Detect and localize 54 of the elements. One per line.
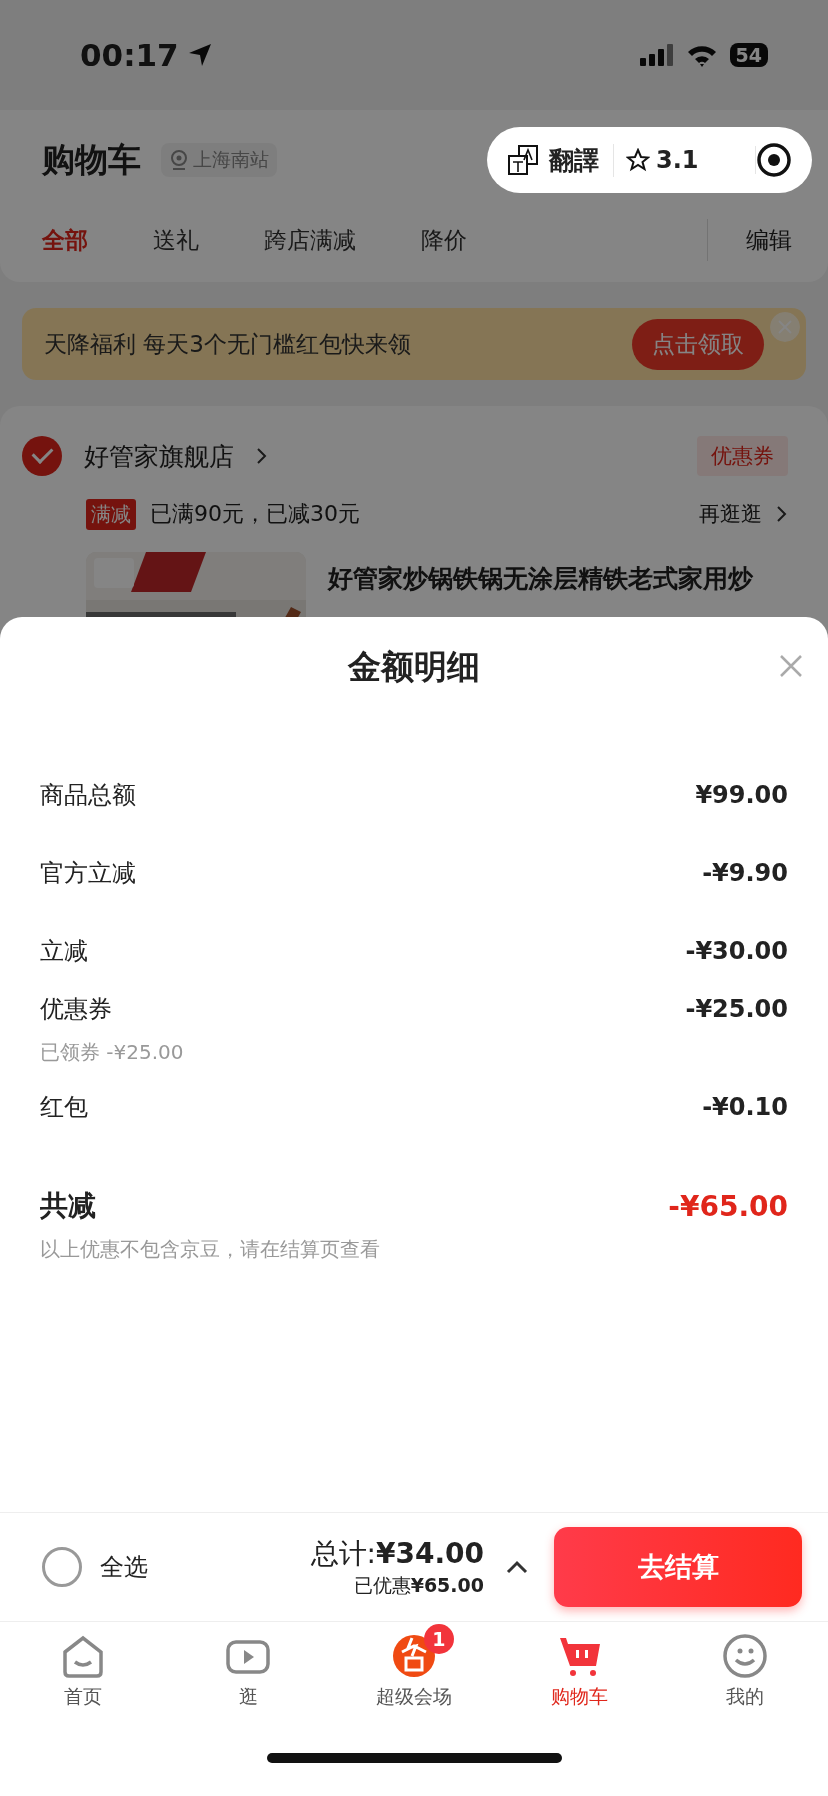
nav-tab[interactable]: 首页: [63, 1684, 102, 1710]
amount-value: ¥99.00: [695, 781, 788, 809]
banner-text: 天降福利 每天3个无门槛红包快来领: [44, 329, 411, 359]
nav-tab[interactable]: 逛: [238, 1684, 258, 1710]
amount-value: -¥30.00: [685, 937, 788, 965]
sheet-title: 金额明细: [348, 645, 480, 688]
amount-label: 商品总额: [40, 780, 136, 811]
rating-button[interactable]: 3.1: [656, 146, 699, 174]
filter-tab[interactable]: 全部: [42, 224, 88, 256]
star-icon: [626, 148, 650, 172]
nav-tab[interactable]: 购物车: [551, 1684, 609, 1710]
filter-tab[interactable]: 降价: [421, 224, 467, 256]
chevron-right-icon: [776, 505, 788, 523]
select-all-label[interactable]: 全选: [100, 1551, 148, 1583]
select-all-radio[interactable]: [42, 1547, 82, 1587]
total-discount-value: -¥65.00: [668, 1189, 788, 1223]
target-icon[interactable]: [756, 142, 792, 178]
amount-value: -¥0.10: [702, 1093, 788, 1121]
amount-label: 红包: [40, 1092, 88, 1123]
total-price: 总计:¥34.00: [310, 1536, 484, 1572]
nav-tab[interactable]: 我的: [726, 1684, 765, 1710]
translate-icon: [507, 144, 539, 176]
edit-link[interactable]: 编辑: [707, 219, 828, 261]
smiley-icon[interactable]: [721, 1632, 770, 1680]
claim-button[interactable]: 点击领取: [632, 318, 764, 370]
battery-level: 54: [729, 43, 768, 67]
chevron-up-icon[interactable]: [506, 1560, 528, 1574]
amount-label: 官方立减: [40, 858, 136, 889]
filter-tab[interactable]: 送礼: [153, 224, 199, 256]
signal-icon: [639, 44, 674, 66]
amount-label: 立减: [40, 936, 88, 967]
count-badge: 1: [424, 1624, 454, 1654]
promo-text: 已满90元，已减30元: [150, 500, 360, 528]
promo-tag: 满减: [86, 498, 136, 530]
page-title: 购物车: [42, 138, 141, 181]
footnote-text: 以上优惠不包含京豆，请在结算页查看: [40, 1236, 381, 1263]
checkout-button[interactable]: 去结算: [554, 1527, 802, 1607]
amount-label: 优惠券: [40, 993, 112, 1025]
store-name[interactable]: 好管家旗舰店: [84, 439, 234, 473]
savings-text: 已优惠¥65.00: [353, 1573, 484, 1598]
amount-note: 已领券 -¥25.00: [40, 1038, 185, 1066]
store-checkbox[interactable]: [22, 436, 62, 476]
amount-value: -¥25.00: [685, 994, 788, 1023]
total-discount-label: 共减: [40, 1188, 96, 1224]
filter-tab[interactable]: 跨店满减: [264, 224, 356, 256]
chevron-right-icon: [256, 447, 268, 465]
coupon-tag[interactable]: 优惠券: [697, 436, 788, 476]
nav-tab[interactable]: 超级会场: [376, 1684, 452, 1710]
close-icon[interactable]: [778, 653, 804, 679]
translate-button[interactable]: 翻譯: [549, 143, 599, 177]
browse-more-link[interactable]: 再逛逛: [699, 500, 762, 528]
clock-time: 00:17: [80, 37, 179, 73]
location-pin-icon: [169, 149, 189, 171]
amount-value: -¥9.90: [702, 859, 788, 887]
